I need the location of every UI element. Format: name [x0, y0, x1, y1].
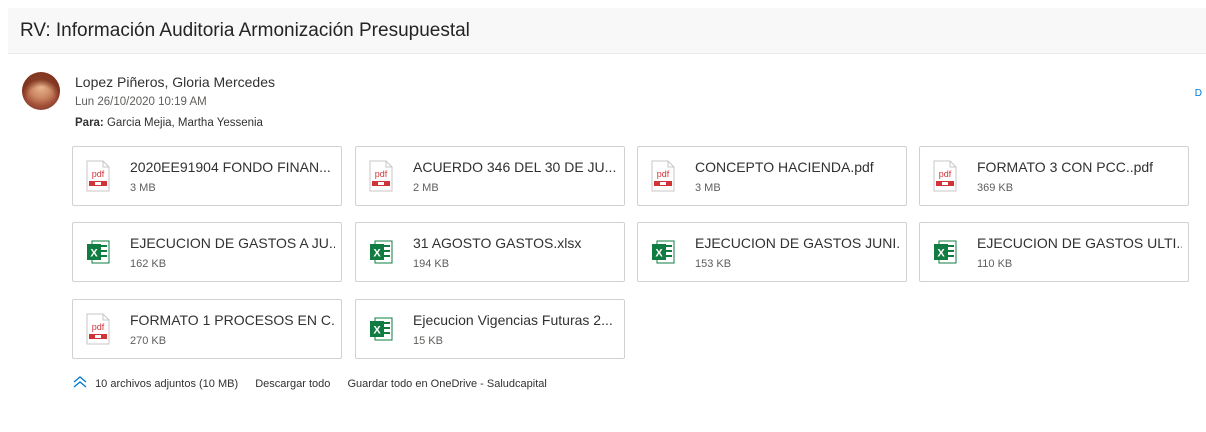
- attachment-size: 2 MB: [413, 182, 439, 194]
- excel-icon: X: [370, 240, 393, 264]
- attachment-size: 110 KB: [977, 258, 1013, 270]
- attachment-name: FORMATO 1 PROCESOS EN C...: [130, 312, 335, 328]
- excel-icon: X: [87, 240, 110, 264]
- pdf-icon: pdf: [86, 160, 110, 192]
- pdf-label: pdf: [92, 169, 105, 179]
- attachments-count: 10 archivos adjuntos (10 MB): [95, 377, 239, 390]
- attachment-name: CONCEPTO HACIENDA.pdf: [695, 159, 874, 175]
- attachment-name: 31 AGOSTO GASTOS.xlsx: [413, 235, 582, 251]
- attachment-name: EJECUCION DE GASTOS A JU...: [130, 235, 335, 251]
- excel-icon: X: [652, 240, 675, 264]
- attachment-name: Ejecucion Vigencias Futuras 2...: [413, 312, 613, 328]
- excel-label: X: [90, 248, 98, 260]
- pdf-label: pdf: [657, 169, 670, 179]
- to-label: Para:: [75, 117, 104, 129]
- attachment-card[interactable]: X Ejecucion Vigencias Futuras 2... 15 KB: [355, 299, 625, 359]
- chevron-up-icon: [73, 376, 87, 388]
- attachment-name: FORMATO 3 CON PCC..pdf: [977, 159, 1154, 175]
- attachment-card[interactable]: pdf CONCEPTO HACIENDA.pdf 3 MB: [637, 146, 907, 206]
- attachment-size: 194 KB: [413, 258, 450, 270]
- save-all-onedrive-button[interactable]: Guardar todo en OneDrive - Saludcapital: [347, 378, 546, 390]
- recipient-name[interactable]: Garcia Mejia, Martha Yessenia: [107, 117, 263, 129]
- attachment-card[interactable]: pdf FORMATO 3 CON PCC..pdf 369 KB: [919, 146, 1189, 206]
- attachment-card[interactable]: X EJECUCION DE GASTOS JUNI... 153 KB: [637, 222, 907, 282]
- attachment-size: 3 MB: [130, 182, 156, 194]
- pdf-label: pdf: [92, 322, 105, 332]
- attachment-card[interactable]: pdf FORMATO 1 PROCESOS EN C... 270 KB: [72, 299, 342, 359]
- attachments-footer: 10 archivos adjuntos (10 MB) Descargar t…: [72, 376, 547, 396]
- download-all-button[interactable]: Descargar todo: [255, 378, 330, 390]
- attachment-name: EJECUCION DE GASTOS ULTI...: [977, 235, 1182, 251]
- pdf-icon: pdf: [86, 313, 110, 345]
- attachment-card[interactable]: pdf ACUERDO 346 DEL 30 DE JU... 2 MB: [355, 146, 625, 206]
- attachment-name: 2020EE91904 FONDO FINAN...: [130, 159, 331, 175]
- excel-label: X: [937, 248, 945, 260]
- edge-truncated-text: D: [1194, 88, 1202, 99]
- sender-name[interactable]: Lopez Piñeros, Gloria Mercedes: [75, 74, 275, 90]
- pdf-label: pdf: [939, 169, 952, 179]
- subject-bar: RV: Información Auditoria Armonización P…: [8, 8, 1206, 54]
- attachment-size: 3 MB: [695, 182, 721, 194]
- attachment-size: 270 KB: [130, 335, 167, 347]
- pdf-icon: pdf: [651, 160, 675, 192]
- attachment-card[interactable]: X EJECUCION DE GASTOS ULTI... 110 KB: [919, 222, 1189, 282]
- attachment-size: 153 KB: [695, 258, 732, 270]
- collapse-attachments-button[interactable]: [72, 376, 92, 391]
- attachment-card[interactable]: X EJECUCION DE GASTOS A JU... 162 KB: [72, 222, 342, 282]
- excel-icon: X: [934, 240, 957, 264]
- attachment-card[interactable]: pdf 2020EE91904 FONDO FINAN... 3 MB: [72, 146, 342, 206]
- pdf-icon: pdf: [369, 160, 393, 192]
- excel-label: X: [373, 248, 381, 260]
- message-subject: RV: Información Auditoria Armonización P…: [20, 20, 470, 41]
- sender-avatar[interactable]: [22, 72, 60, 110]
- message-date: Lun 26/10/2020 10:19 AM: [75, 96, 207, 108]
- attachment-name: EJECUCION DE GASTOS JUNI...: [695, 235, 900, 251]
- attachment-size: 15 KB: [413, 335, 443, 347]
- attachment-name: ACUERDO 346 DEL 30 DE JU...: [413, 159, 617, 175]
- excel-label: X: [373, 325, 381, 337]
- attachment-card[interactable]: X 31 AGOSTO GASTOS.xlsx 194 KB: [355, 222, 625, 282]
- pdf-icon: pdf: [933, 160, 957, 192]
- excel-icon: X: [370, 317, 393, 341]
- attachment-size: 369 KB: [977, 182, 1014, 194]
- excel-label: X: [655, 248, 663, 260]
- message-panel: Lopez Piñeros, Gloria Mercedes Lun 26/10…: [8, 54, 1206, 432]
- pdf-label: pdf: [375, 169, 388, 179]
- attachment-size: 162 KB: [130, 258, 167, 270]
- recipients-line: Para: Garcia Mejia, Martha Yessenia: [75, 117, 263, 129]
